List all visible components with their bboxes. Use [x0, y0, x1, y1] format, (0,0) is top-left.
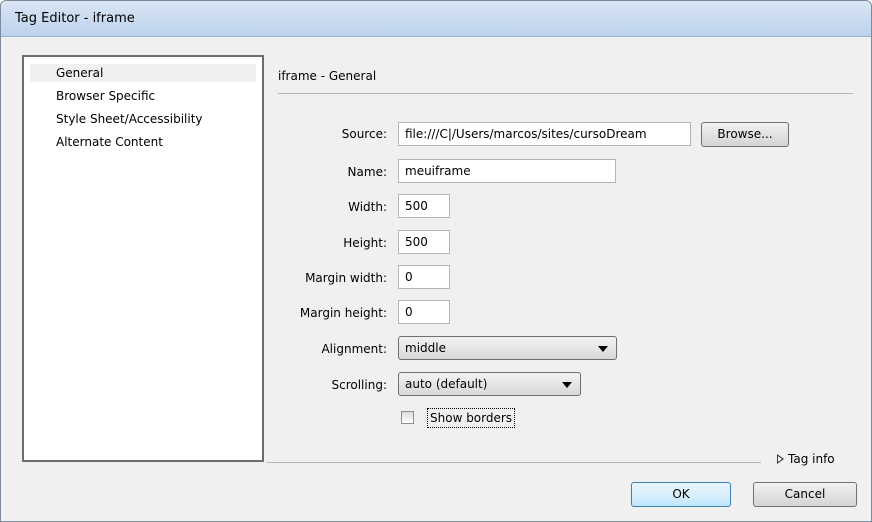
width-label: Width: [348, 200, 387, 214]
sidebar-item-label: General [56, 66, 104, 80]
scrolling-value: auto (default) [405, 377, 488, 391]
ok-button[interactable]: OK [631, 482, 731, 507]
sidebar-item-style-sheet-accessibility[interactable]: Style Sheet/Accessibility [30, 110, 256, 128]
tag-info-label: Tag info [788, 452, 835, 466]
chevron-down-icon [598, 346, 608, 352]
expand-triangle-icon [777, 454, 785, 464]
source-field[interactable]: file:///C|/Users/marcos/sites/cursoDream [398, 122, 691, 146]
sidebar-item-general[interactable]: General [30, 64, 256, 82]
panel-title: iframe - General [278, 69, 377, 83]
chevron-down-icon [562, 382, 572, 388]
scrolling-select[interactable]: auto (default) [398, 372, 581, 396]
margin-height-label: Margin height: [299, 306, 387, 320]
bottom-divider [267, 462, 761, 463]
alignment-value: middle [405, 341, 446, 355]
category-list[interactable]: General Browser Specific Style Sheet/Acc… [22, 55, 264, 462]
panel-divider [278, 93, 853, 94]
source-label: Source: [341, 127, 387, 141]
height-field[interactable]: 500 [398, 230, 450, 254]
tag-editor-dialog: Tag Editor - iframe General Browser Spec… [0, 0, 872, 522]
alignment-select[interactable]: middle [398, 336, 617, 360]
tag-info-toggle[interactable]: Tag info [777, 452, 835, 466]
browse-button[interactable]: Browse... [701, 122, 789, 147]
title-bar[interactable]: Tag Editor - iframe [1, 1, 871, 37]
width-field[interactable]: 500 [398, 194, 450, 218]
margin-width-field[interactable]: 0 [398, 265, 450, 289]
scrolling-label: Scrolling: [331, 378, 388, 392]
window-title: Tag Editor - iframe [15, 11, 135, 26]
name-field[interactable]: meuiframe [398, 159, 616, 183]
margin-height-field[interactable]: 0 [398, 300, 450, 324]
height-label: Height: [343, 236, 387, 250]
show-borders-label[interactable]: Show borders [427, 408, 516, 428]
cancel-button[interactable]: Cancel [753, 482, 857, 507]
sidebar-item-alternate-content[interactable]: Alternate Content [30, 133, 256, 151]
name-label: Name: [347, 165, 387, 179]
alignment-label: Alignment: [321, 342, 387, 356]
show-borders-checkbox[interactable] [401, 411, 414, 424]
margin-width-label: Margin width: [305, 271, 387, 285]
sidebar-item-label: Style Sheet/Accessibility [56, 112, 203, 126]
sidebar-item-browser-specific[interactable]: Browser Specific [30, 87, 256, 105]
sidebar-item-label: Browser Specific [56, 89, 156, 103]
sidebar-item-label: Alternate Content [56, 135, 163, 149]
